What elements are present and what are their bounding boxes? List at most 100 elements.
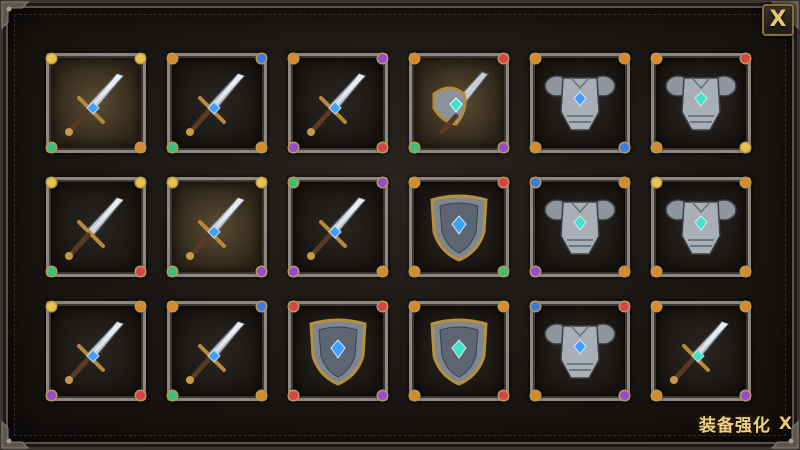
corner-gem-icon: [499, 267, 508, 276]
corner-gem-icon: [47, 302, 56, 311]
chest-armor-icon: [662, 188, 740, 266]
shield-icon: [299, 312, 377, 390]
corner-gem-icon: [741, 54, 750, 63]
corner-gem-icon: [410, 178, 419, 187]
item-slot[interactable]: [167, 53, 267, 153]
corner-gem-icon: [289, 54, 298, 63]
corner-gem-icon: [410, 302, 419, 311]
corner-gem-icon: [47, 267, 56, 276]
item-slot[interactable]: [530, 301, 630, 401]
item-slot[interactable]: [46, 53, 146, 153]
corner-gem-icon: [168, 54, 177, 63]
corner-gem-icon: [136, 302, 145, 311]
corner-gem-icon: [257, 302, 266, 311]
corner-gem-icon: [531, 391, 540, 400]
item-slot[interactable]: [167, 177, 267, 277]
item-slot[interactable]: [530, 177, 630, 277]
corner-gem-icon: [652, 178, 661, 187]
corner-gem-icon: [47, 54, 56, 63]
corner-gem-icon: [378, 267, 387, 276]
corner-gem-icon: [499, 143, 508, 152]
panel-title: 装备强化: [698, 416, 771, 436]
corner-gem-icon: [531, 178, 540, 187]
item-slot[interactable]: [46, 177, 146, 277]
corner-gem-icon: [257, 54, 266, 63]
corner-gem-icon: [741, 267, 750, 276]
sword-ornate-icon: [420, 64, 498, 142]
item-slot[interactable]: [288, 301, 388, 401]
corner-gem-icon: [378, 302, 387, 311]
item-slot[interactable]: [651, 53, 751, 153]
corner-gem-icon: [620, 302, 629, 311]
corner-gem-icon: [620, 143, 629, 152]
sword-icon: [299, 64, 377, 142]
corner-gem-icon: [652, 302, 661, 311]
corner-gem-icon: [168, 143, 177, 152]
corner-gem-icon: [257, 143, 266, 152]
corner-gem-icon: [531, 267, 540, 276]
item-slot[interactable]: [530, 53, 630, 153]
corner-gem-icon: [168, 267, 177, 276]
corner-gem-icon: [741, 302, 750, 311]
sword-icon: [57, 64, 135, 142]
sword-icon: [57, 312, 135, 390]
corner-gem-icon: [136, 54, 145, 63]
shield-icon: [420, 188, 498, 266]
corner-gem-icon: [378, 54, 387, 63]
corner-gem-icon: [499, 391, 508, 400]
corner-gem-icon: [289, 178, 298, 187]
inventory-grid: [46, 53, 752, 405]
item-slot[interactable]: [46, 301, 146, 401]
corner-gem-icon: [499, 302, 508, 311]
corner-gem-icon: [652, 143, 661, 152]
corner-gem-icon: [499, 178, 508, 187]
corner-gem-icon: [620, 54, 629, 63]
corner-gem-icon: [168, 391, 177, 400]
corner-gem-icon: [257, 391, 266, 400]
corner-gem-icon: [289, 302, 298, 311]
corner-gem-icon: [410, 143, 419, 152]
item-slot[interactable]: [409, 301, 509, 401]
corner-gem-icon: [741, 391, 750, 400]
item-slot[interactable]: [409, 177, 509, 277]
corner-gem-icon: [620, 391, 629, 400]
item-slot[interactable]: [167, 301, 267, 401]
item-slot[interactable]: [288, 53, 388, 153]
sword-icon: [662, 312, 740, 390]
shield-icon: [420, 312, 498, 390]
corner-gem-icon: [499, 54, 508, 63]
corner-gem-icon: [531, 54, 540, 63]
corner-gem-icon: [378, 143, 387, 152]
close-button[interactable]: X: [762, 4, 794, 36]
corner-gem-icon: [652, 391, 661, 400]
close-icon: X: [769, 7, 787, 32]
chest-armor-icon: [541, 64, 619, 142]
corner-gem-icon: [257, 267, 266, 276]
footer-close-button[interactable]: X: [779, 414, 792, 434]
corner-ornament-icon: [0, 420, 30, 450]
corner-gem-icon: [168, 178, 177, 187]
corner-gem-icon: [136, 143, 145, 152]
item-slot[interactable]: [409, 53, 509, 153]
corner-gem-icon: [47, 178, 56, 187]
corner-gem-icon: [136, 391, 145, 400]
corner-gem-icon: [410, 391, 419, 400]
corner-gem-icon: [652, 267, 661, 276]
item-slot[interactable]: [651, 301, 751, 401]
item-slot[interactable]: [288, 177, 388, 277]
corner-gem-icon: [257, 178, 266, 187]
corner-gem-icon: [652, 54, 661, 63]
corner-ornament-icon: [0, 0, 30, 30]
corner-gem-icon: [741, 178, 750, 187]
corner-gem-icon: [378, 391, 387, 400]
sword-icon: [178, 188, 256, 266]
sword-icon: [299, 188, 377, 266]
corner-gem-icon: [289, 391, 298, 400]
chest-armor-icon: [662, 64, 740, 142]
corner-gem-icon: [620, 178, 629, 187]
corner-gem-icon: [741, 143, 750, 152]
chest-armor-icon: [541, 188, 619, 266]
chest-armor-icon: [541, 312, 619, 390]
corner-gem-icon: [410, 267, 419, 276]
item-slot[interactable]: [651, 177, 751, 277]
